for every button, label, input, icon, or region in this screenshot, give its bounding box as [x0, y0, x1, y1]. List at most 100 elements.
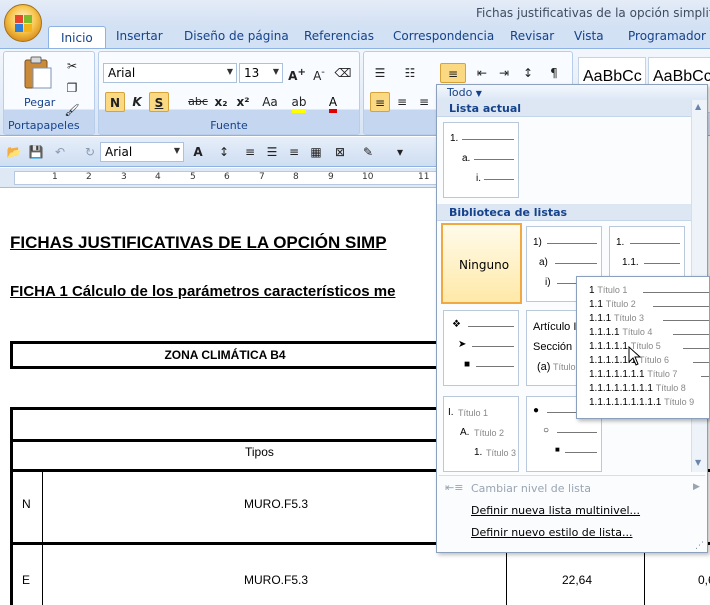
bold-icon[interactable]: N: [105, 92, 125, 112]
decrease-indent-button[interactable]: ⇤: [472, 63, 492, 83]
undo-icon[interactable]: ↶: [50, 142, 70, 162]
list-thumb-none[interactable]: Ninguno: [441, 223, 522, 304]
change-case-button[interactable]: Aa: [257, 92, 283, 112]
preview-number: 1.1.1.1.1.1.1.1: [589, 383, 653, 394]
italic-icon[interactable]: K: [127, 92, 147, 112]
font-size-combo[interactable]: 13 ▼: [239, 63, 283, 83]
arrow-bullet-icon: ➤: [458, 339, 467, 350]
preview-line: [653, 306, 709, 307]
font-size-icon[interactable]: A: [188, 142, 208, 162]
justify-icon[interactable]: ☰: [262, 142, 282, 162]
preview-number: 1.1.1.1: [589, 327, 620, 338]
row-value: 22,64: [562, 573, 593, 587]
font-name-value: Arial: [108, 66, 136, 80]
document-heading-1: FICHAS JUSTIFICATIVAS DE LA OPCIÓN SIMP: [10, 233, 387, 252]
tab-vista[interactable]: Vista: [574, 29, 604, 43]
row-orientation: E: [22, 573, 31, 587]
preview-number: 1.1.1: [589, 313, 612, 324]
shrink-font-button[interactable]: A-: [309, 63, 329, 83]
office-button[interactable]: [4, 4, 42, 42]
resize-grip-icon[interactable]: ⋰: [695, 541, 704, 551]
list-thumb-roman-headings[interactable]: I. Título 1 A. Título 2 1. Título 3: [443, 396, 519, 472]
paste-label: Pegar: [24, 96, 56, 109]
font-size-value: 13: [244, 66, 260, 80]
thumb-line: [462, 139, 514, 140]
row-type: MURO.F5.3: [244, 497, 309, 511]
column-header-tipos: Tipos: [245, 445, 274, 459]
thumb-level-label: Título 2: [474, 428, 505, 438]
table-border: [10, 442, 13, 605]
numbering-button[interactable]: ☷: [400, 63, 420, 83]
align-left-icon[interactable]: ≡: [240, 142, 260, 162]
list-thumb-bullets[interactable]: ❖ ➤ ■: [443, 310, 519, 386]
align-left-button[interactable]: ≡: [370, 92, 390, 112]
preview-title: Título 8: [655, 383, 686, 393]
preview-number: 1: [589, 285, 595, 296]
clear-format-button[interactable]: ⌫: [333, 63, 353, 83]
ruler-tick: 3: [121, 172, 127, 182]
table-border: [644, 544, 645, 605]
grow-font-button[interactable]: A+: [287, 63, 307, 83]
delete-table-icon[interactable]: ⊠: [330, 142, 350, 162]
multilevel-list-icon[interactable]: ≡: [440, 63, 466, 83]
sort-button[interactable]: ↕: [518, 63, 538, 83]
font-name-combo[interactable]: Arial ▼: [103, 63, 237, 83]
preview-row: 1.1.1.1.1.1.1.1 Título 8: [589, 383, 686, 397]
scroll-down-icon[interactable]: ▼: [695, 458, 701, 467]
tab-inicio[interactable]: Inicio: [48, 26, 106, 49]
define-list-style-item[interactable]: Definir nuevo estilo de lista...: [471, 526, 632, 539]
office-logo-icon: [15, 15, 33, 33]
ruler-tick: 9: [328, 172, 334, 182]
customize-qat-icon[interactable]: ▾: [390, 142, 410, 162]
tab-diseno[interactable]: Diseño de página: [184, 29, 289, 43]
change-list-level-item[interactable]: Cambiar nivel de lista: [471, 482, 591, 495]
font-group: Arial ▼ 13 ▼ A+ A- ⌫ N K S abc x₂ x² Aa …: [98, 51, 360, 135]
thumb-line: [547, 243, 597, 244]
thumb-line: [476, 366, 514, 367]
center-icon[interactable]: ≡: [284, 142, 304, 162]
save-icon[interactable]: 💾: [26, 142, 46, 162]
increase-indent-button[interactable]: ⇥: [494, 63, 514, 83]
thumb-line: [630, 243, 680, 244]
tab-insertar[interactable]: Insertar: [116, 29, 163, 43]
align-right-button[interactable]: ≡: [414, 92, 434, 112]
chevron-down-icon: ▼: [272, 67, 279, 76]
line-spacing-icon[interactable]: ↕: [214, 142, 234, 162]
tab-correspondencia[interactable]: Correspondencia: [393, 29, 494, 43]
paste-button[interactable]: Pegar: [18, 56, 58, 112]
square-bullet-icon: ■: [464, 359, 471, 370]
show-marks-button[interactable]: ¶: [544, 63, 564, 83]
filter-dropdown[interactable]: Todo ▼: [437, 85, 707, 100]
open-icon[interactable]: 📂: [4, 142, 24, 162]
subscript-button[interactable]: x₂: [211, 92, 231, 112]
diamond-bullet-icon: ❖: [452, 319, 461, 330]
tab-programador[interactable]: Programador: [628, 29, 706, 43]
define-multilevel-list-item[interactable]: Definir nueva lista multinivel...: [471, 504, 640, 517]
copy-icon[interactable]: ❐: [62, 78, 82, 98]
thumb-line: [484, 179, 514, 180]
thumb-line: [644, 263, 680, 264]
preview-row: 1.1 Título 2: [589, 299, 709, 313]
track-changes-icon[interactable]: ✎: [358, 142, 378, 162]
scroll-up-icon[interactable]: ▲: [695, 102, 701, 111]
qat-font-combo[interactable]: Arial ▼: [100, 142, 184, 162]
table-icon[interactable]: ▦: [306, 142, 326, 162]
font-color-button[interactable]: A: [323, 92, 343, 113]
superscript-button[interactable]: x²: [233, 92, 253, 112]
cut-icon[interactable]: ✂: [62, 56, 82, 76]
strikethrough-button[interactable]: abc: [185, 92, 211, 112]
align-center-button[interactable]: ≡: [392, 92, 412, 112]
preview-title: Título 2: [605, 299, 636, 309]
bullets-button[interactable]: ☰: [370, 63, 390, 83]
submenu-arrow-icon: ▶: [693, 482, 700, 492]
thumb-level-label: a): [539, 257, 548, 268]
tab-revisar[interactable]: Revisar: [510, 29, 554, 43]
current-list-thumb[interactable]: 1. a. i.: [443, 122, 519, 198]
highlight-color-button[interactable]: ab: [289, 92, 309, 113]
tab-referencias[interactable]: Referencias: [304, 29, 374, 43]
quick-access-toolbar: 📂 💾 ↶ ↻ Arial ▼ A ↕ ≡ ☰ ≡ ▦ ⊠ ✎ ▾: [0, 137, 437, 167]
change-level-icon: ⇤≡: [445, 481, 464, 494]
underline-icon[interactable]: S: [149, 92, 169, 112]
format-painter-icon[interactable]: 🖌: [62, 100, 82, 120]
redo-icon[interactable]: ↻: [80, 142, 100, 162]
